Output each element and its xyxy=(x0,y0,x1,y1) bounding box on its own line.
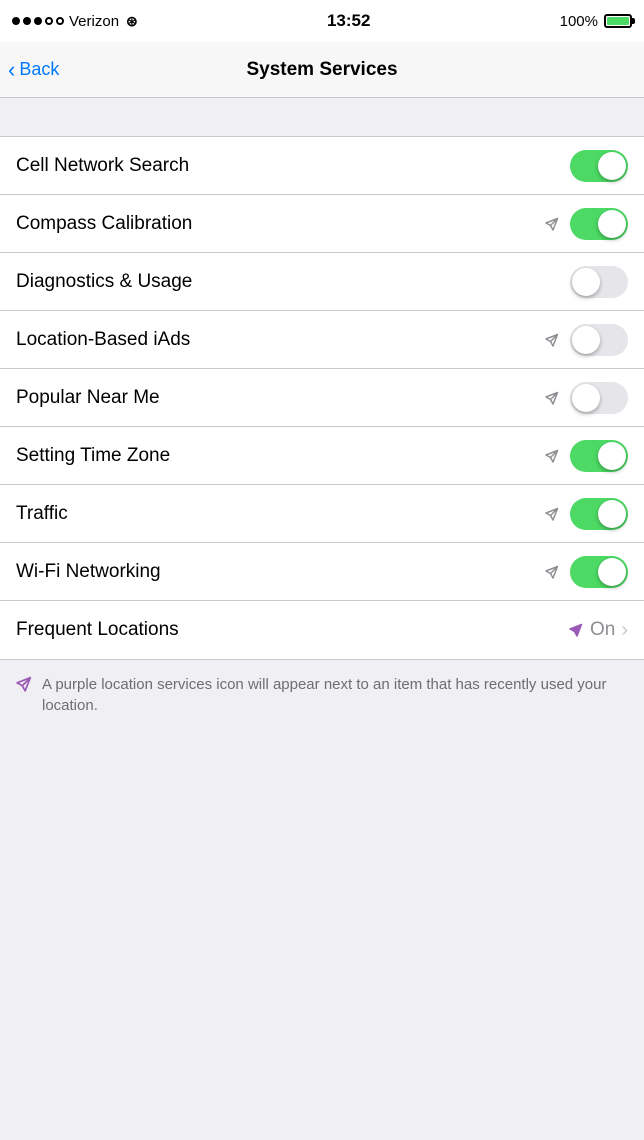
location-arrow-icon xyxy=(544,216,560,232)
row-wifi-networking[interactable]: Wi-Fi Networking xyxy=(0,543,644,601)
status-left: Verizon ⊛ xyxy=(12,13,138,30)
settings-list: Cell Network Search Compass Calibration … xyxy=(0,136,644,659)
setting-time-zone-label: Setting Time Zone xyxy=(16,445,544,467)
diagnostics-usage-right xyxy=(570,266,628,298)
status-time: 13:52 xyxy=(327,11,370,31)
row-cell-network-search[interactable]: Cell Network Search xyxy=(0,137,644,195)
row-frequent-locations[interactable]: Frequent Locations On › xyxy=(0,601,644,659)
footer-note: A purple location services icon will app… xyxy=(0,659,644,736)
row-traffic[interactable]: Traffic xyxy=(0,485,644,543)
status-right: 100% xyxy=(560,13,632,30)
nav-bar: ‹ Back System Services xyxy=(0,42,644,98)
wifi-networking-toggle[interactable] xyxy=(570,556,628,588)
page-title: System Services xyxy=(246,59,397,81)
location-arrow-icon xyxy=(544,506,560,522)
row-popular-near-me[interactable]: Popular Near Me xyxy=(0,369,644,427)
diagnostics-usage-toggle[interactable] xyxy=(570,266,628,298)
footer-text: A purple location services icon will app… xyxy=(42,674,628,716)
toggle-thumb xyxy=(598,152,626,180)
signal-dot-2 xyxy=(23,17,31,25)
location-arrow-icon xyxy=(544,564,560,580)
traffic-toggle[interactable] xyxy=(570,498,628,530)
location-based-iads-label: Location-Based iAds xyxy=(16,329,544,351)
back-button[interactable]: ‹ Back xyxy=(8,59,59,81)
toggle-thumb xyxy=(572,384,600,412)
frequent-locations-chevron-icon: › xyxy=(621,619,628,642)
popular-near-me-toggle[interactable] xyxy=(570,382,628,414)
battery-pct-label: 100% xyxy=(560,13,598,30)
toggle-thumb xyxy=(598,210,626,238)
setting-time-zone-right xyxy=(544,440,628,472)
toggle-thumb xyxy=(572,326,600,354)
traffic-right xyxy=(544,498,628,530)
frequent-locations-value: On xyxy=(590,619,615,641)
footer-location-icon xyxy=(16,676,32,697)
back-label: Back xyxy=(19,59,59,80)
frequent-locations-right: On › xyxy=(568,619,628,642)
compass-calibration-label: Compass Calibration xyxy=(16,213,544,235)
frequent-locations-label: Frequent Locations xyxy=(16,619,568,641)
status-bar: Verizon ⊛ 13:52 100% xyxy=(0,0,644,42)
toggle-thumb xyxy=(598,500,626,528)
compass-calibration-toggle[interactable] xyxy=(570,208,628,240)
location-arrow-icon xyxy=(544,390,560,406)
location-based-iads-toggle[interactable] xyxy=(570,324,628,356)
row-location-based-iads[interactable]: Location-Based iAds xyxy=(0,311,644,369)
popular-near-me-label: Popular Near Me xyxy=(16,387,544,409)
wifi-icon: ⊛ xyxy=(126,13,138,30)
cell-network-search-label: Cell Network Search xyxy=(16,155,570,177)
diagnostics-usage-label: Diagnostics & Usage xyxy=(16,271,570,293)
signal-dot-4 xyxy=(45,17,53,25)
cell-network-search-toggle[interactable] xyxy=(570,150,628,182)
signal-dot-3 xyxy=(34,17,42,25)
signal-dots xyxy=(12,17,64,25)
location-arrow-purple-icon xyxy=(568,622,584,638)
location-arrow-icon xyxy=(544,332,560,348)
popular-near-me-right xyxy=(544,382,628,414)
row-compass-calibration[interactable]: Compass Calibration xyxy=(0,195,644,253)
signal-dot-5 xyxy=(56,17,64,25)
location-arrow-icon xyxy=(544,448,560,464)
toggle-thumb xyxy=(572,268,600,296)
cell-network-search-right xyxy=(570,150,628,182)
row-setting-time-zone[interactable]: Setting Time Zone xyxy=(0,427,644,485)
traffic-label: Traffic xyxy=(16,503,544,525)
signal-dot-1 xyxy=(12,17,20,25)
wifi-networking-label: Wi-Fi Networking xyxy=(16,561,544,583)
toggle-thumb xyxy=(598,442,626,470)
wifi-networking-right xyxy=(544,556,628,588)
back-chevron-icon: ‹ xyxy=(8,59,15,81)
carrier-label: Verizon xyxy=(69,13,119,30)
setting-time-zone-toggle[interactable] xyxy=(570,440,628,472)
row-diagnostics-usage[interactable]: Diagnostics & Usage xyxy=(0,253,644,311)
battery-icon xyxy=(604,14,632,28)
section-header xyxy=(0,98,644,136)
toggle-thumb xyxy=(598,558,626,586)
compass-calibration-right xyxy=(544,208,628,240)
location-based-iads-right xyxy=(544,324,628,356)
